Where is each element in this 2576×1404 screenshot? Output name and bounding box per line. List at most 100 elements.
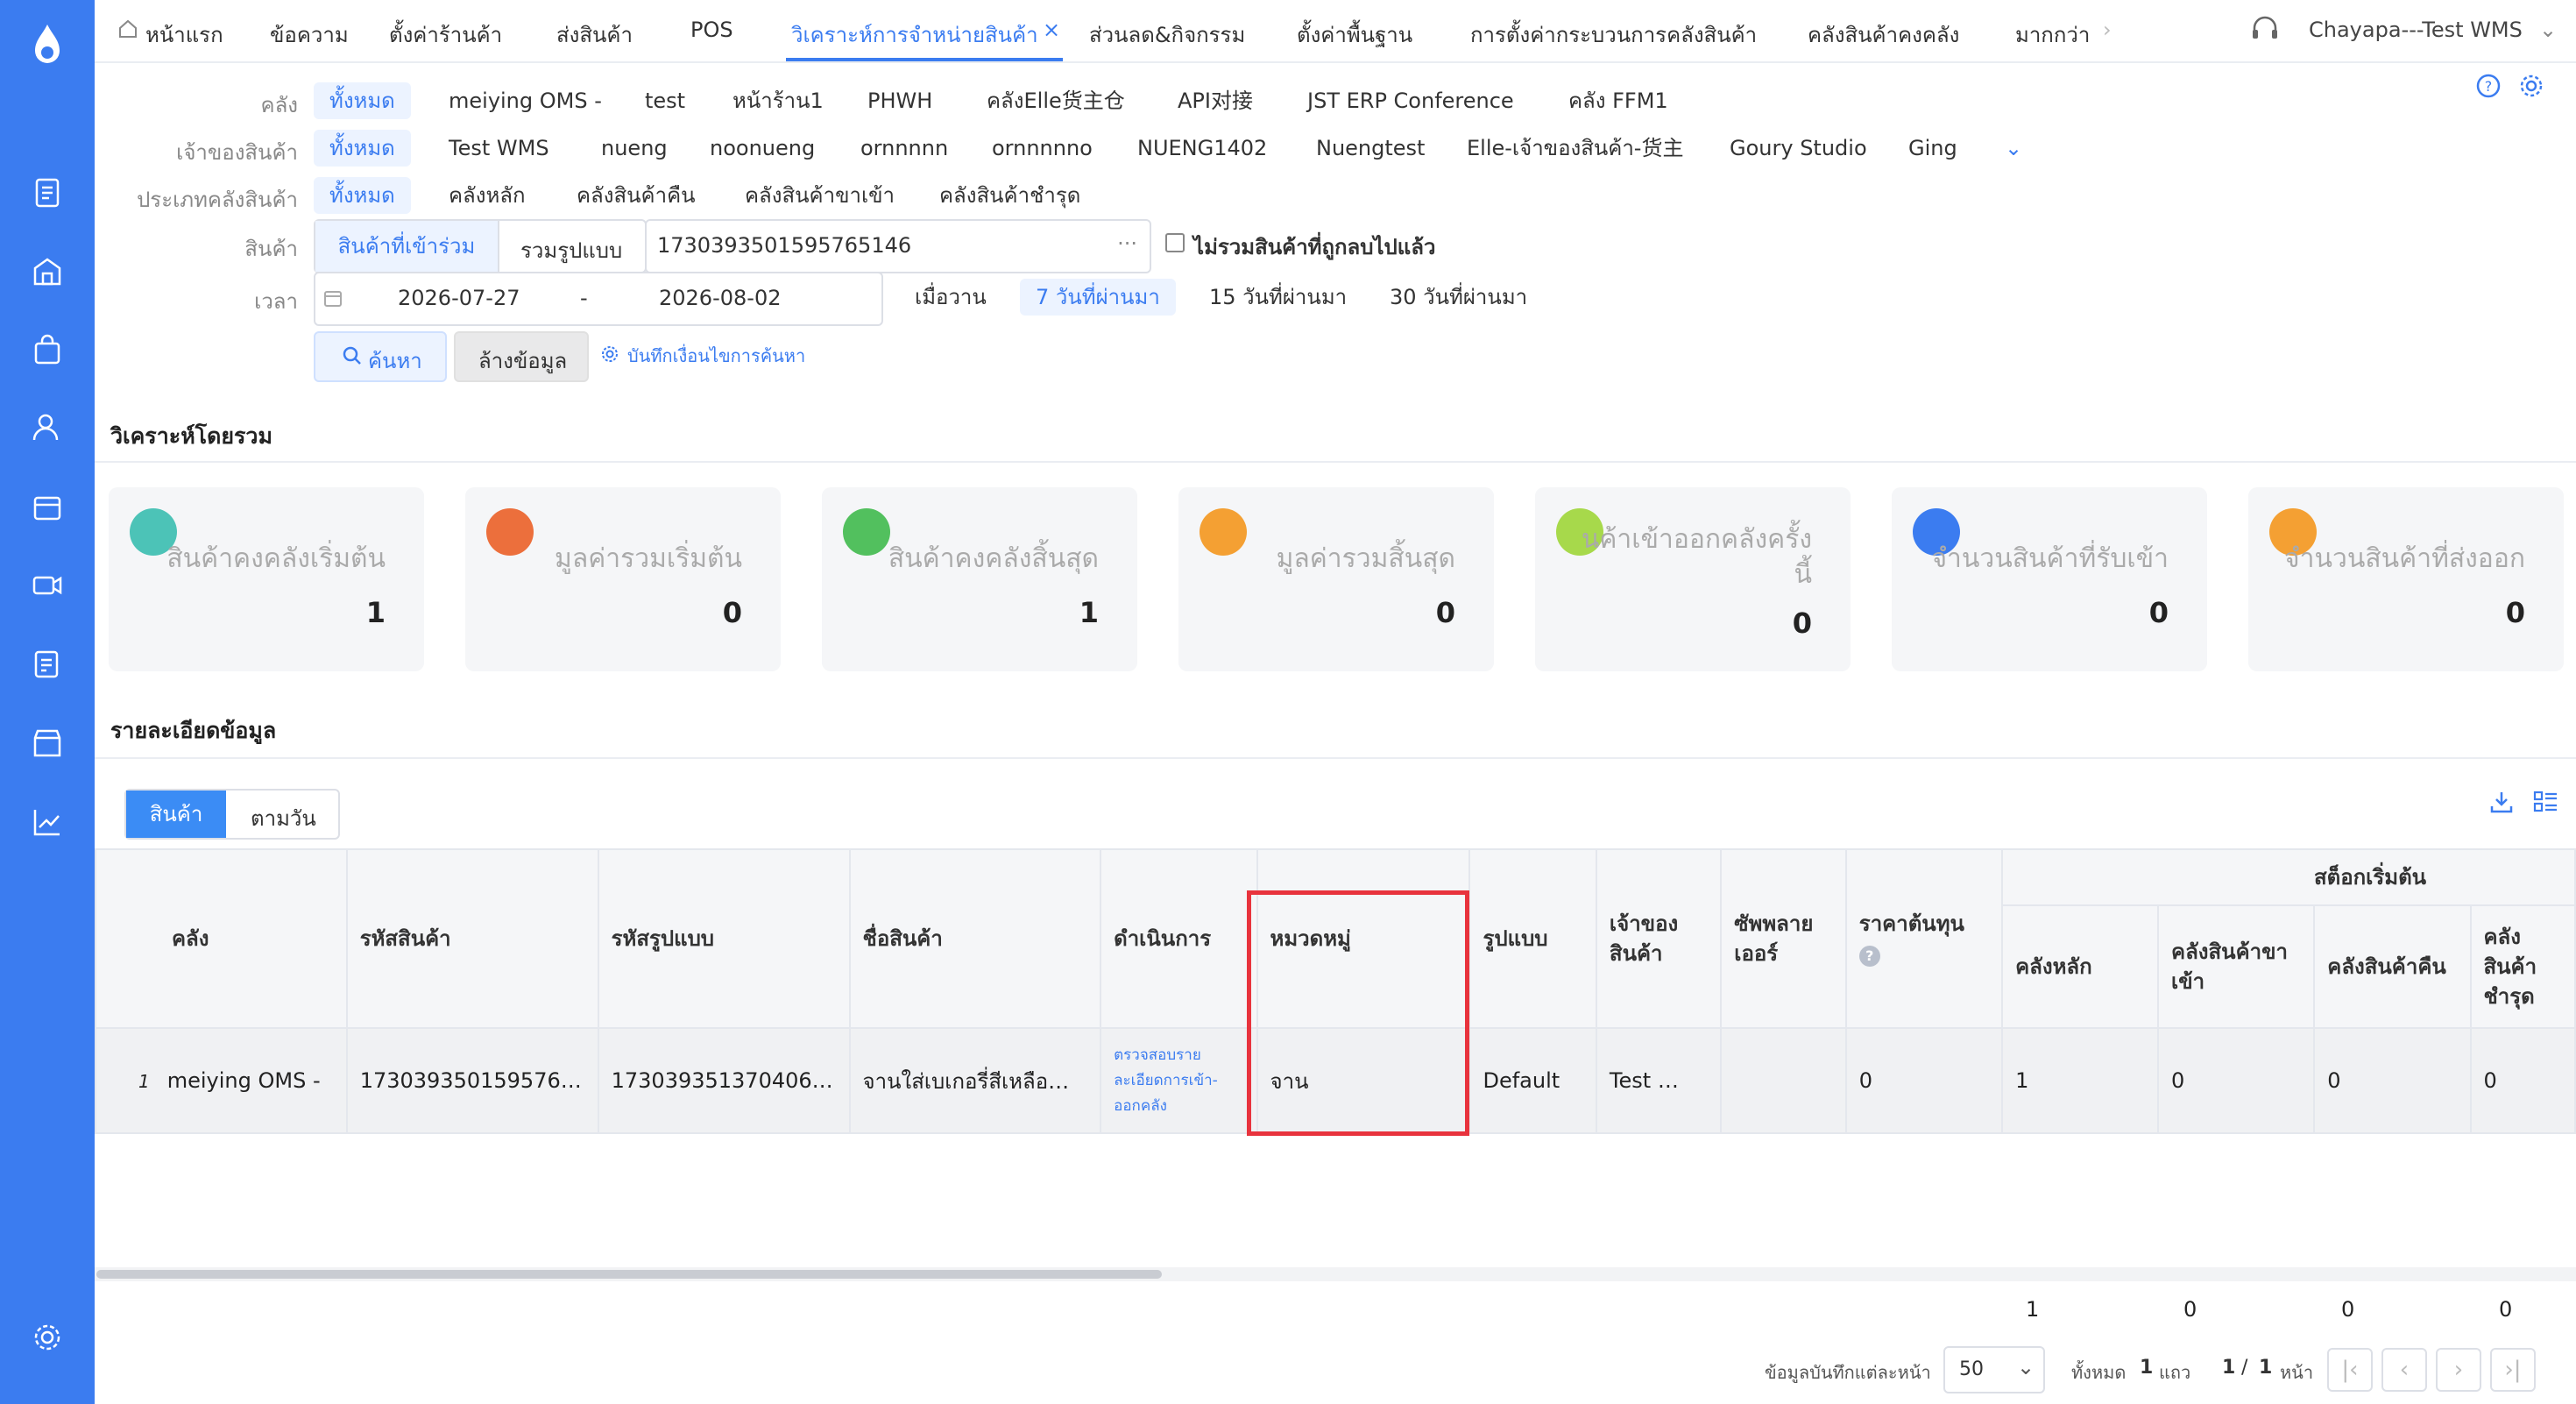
owner-option[interactable]: Goury Studio — [1714, 130, 1883, 167]
store-icon[interactable] — [30, 254, 65, 289]
shop-icon[interactable] — [30, 726, 65, 761]
last-page-icon[interactable]: ›| — [2490, 1348, 2536, 1392]
product-search-input[interactable]: 1730393501595765146 ··· — [645, 219, 1151, 273]
owner-option[interactable]: NUENG1402 — [1122, 130, 1283, 167]
gear-icon[interactable] — [2519, 74, 2544, 103]
col-header-inbound-wh[interactable]: คลังสินค้าขาเข้า — [2157, 904, 2316, 1029]
owner-option[interactable]: Elle-เจ้าของสินค้า-货主 — [1451, 130, 1699, 167]
search-button[interactable]: ค้นหา — [314, 331, 447, 382]
tab-sales-analysis[interactable]: วิเคราะห์การจำหน่ายสินค้า — [791, 18, 1038, 52]
quick-yesterday[interactable]: เมื่อวาน — [899, 279, 1002, 316]
clear-button[interactable]: ล้างข้อมูล — [454, 331, 589, 382]
tab-promotions[interactable]: ส่วนลด&กิจกรรม — [1089, 18, 1245, 52]
video-icon[interactable] — [30, 568, 65, 603]
warehouse-option[interactable]: test — [629, 82, 701, 119]
app-logo-icon[interactable] — [26, 23, 68, 70]
date-range-input[interactable]: 2026-07-27 - 2026-08-02 — [314, 272, 883, 326]
save-search-link[interactable]: บันทึกเงื่อนไขการค้นหา — [627, 342, 805, 370]
export-icon[interactable] — [2488, 789, 2515, 820]
tab-by-product[interactable]: สินค้า — [126, 791, 226, 838]
first-page-icon[interactable]: |‹ — [2327, 1348, 2373, 1392]
col-header-warehouse[interactable]: คลัง — [95, 848, 348, 1029]
end-date[interactable]: 2026-08-02 — [659, 286, 781, 310]
home-icon[interactable] — [117, 18, 138, 42]
tab-by-day[interactable]: ตามวัน — [251, 801, 316, 835]
scrollbar-thumb[interactable] — [96, 1270, 1162, 1279]
report-icon[interactable] — [30, 647, 65, 682]
owner-option[interactable]: Ging — [1893, 130, 1973, 167]
tab-shipping[interactable]: ส่งสินค้า — [556, 18, 633, 52]
owner-option[interactable]: noonueng — [694, 130, 831, 167]
warehouse-option[interactable]: API对接 — [1162, 82, 1269, 119]
participating-products-toggle[interactable]: สินค้าที่เข้าร่วม — [315, 221, 499, 272]
headset-icon[interactable] — [2250, 14, 2280, 49]
col-header-supplier[interactable]: ซัพพลายเออร์ — [1720, 848, 1847, 1029]
view-movement-link[interactable]: ตรวจสอบรายละเอียดการเข้า-ออกคลัง — [1114, 1046, 1218, 1115]
warehouse-type-option[interactable]: คลังหลัก — [433, 177, 541, 214]
horizontal-scrollbar[interactable] — [95, 1267, 2576, 1281]
user-name[interactable]: Chayapa---Test WMS — [2309, 18, 2523, 42]
warehouse-option[interactable]: คลังElle货主仓 — [971, 82, 1141, 119]
quick-7-days[interactable]: 7 วันที่ผ่านมา — [1020, 279, 1176, 316]
chevron-right-icon[interactable]: › — [2103, 18, 2112, 42]
divider — [95, 757, 2576, 759]
tab-pos[interactable]: POS — [690, 18, 733, 42]
merge-variants-toggle[interactable]: รวมรูปแบบ — [520, 233, 622, 267]
expand-double-chevron-icon[interactable]: ⌄ — [1989, 130, 2038, 167]
warehouse-option[interactable]: ทั้งหมด — [314, 82, 411, 119]
help-circle-icon[interactable]: ? — [1858, 946, 1880, 967]
col-header-name[interactable]: ชื่อสินค้า — [848, 848, 1102, 1029]
owner-option[interactable]: ornnnnn — [845, 130, 964, 167]
owner-option[interactable]: ทั้งหมด — [314, 130, 411, 167]
tab-messages[interactable]: ข้อความ — [270, 18, 349, 52]
quick-30-days[interactable]: 30 วันที่ผ่านมา — [1374, 279, 1543, 316]
owner-option[interactable]: Nuengtest — [1300, 130, 1440, 167]
user-menu-chevron-icon[interactable]: ⌄ — [2539, 18, 2557, 42]
orders-icon[interactable] — [30, 175, 65, 210]
user-icon[interactable] — [30, 410, 65, 445]
col-header-action[interactable]: ดำเนินการ — [1100, 848, 1258, 1029]
col-header-cost[interactable]: ราคาต้นทุน? — [1844, 848, 2004, 1029]
close-tab-icon[interactable]: × — [1043, 18, 1060, 42]
col-header-variant[interactable]: รหัสรูปแบบ — [597, 848, 851, 1029]
tab-warehouse-process[interactable]: การตั้งค่ากระบวนการคลังสินค้า — [1470, 18, 1757, 52]
warehouse-type-option[interactable]: คลังสินค้าคืน — [561, 177, 711, 214]
tab-home[interactable]: หน้าแรก — [145, 18, 223, 52]
warehouse-option[interactable]: JST ERP Conference — [1292, 82, 1530, 119]
tab-basic-settings[interactable]: ตั้งค่าพื้นฐาน — [1297, 18, 1412, 52]
warehouse-type-option[interactable]: คลังสินค้าขาเข้า — [729, 177, 910, 214]
warehouse-option[interactable]: หน้าร้าน1 — [717, 82, 839, 119]
more-dots-icon[interactable]: ··· — [1117, 231, 1137, 256]
quick-15-days[interactable]: 15 วันที่ผ่านมา — [1193, 279, 1362, 316]
col-header-owner[interactable]: เจ้าของสินค้า — [1595, 848, 1723, 1029]
exclude-deleted-checkbox[interactable] — [1165, 233, 1185, 252]
col-header-sku[interactable]: รหัสสินค้า — [345, 848, 599, 1029]
columns-setting-icon[interactable] — [2532, 789, 2558, 820]
tab-inventory[interactable]: คลังสินค้าคงคลัง — [1808, 18, 1959, 52]
owner-option[interactable]: nueng — [585, 130, 683, 167]
product-search-value: 1730393501595765146 — [657, 233, 912, 258]
col-header-main-wh[interactable]: คลังหลัก — [2001, 904, 2160, 1029]
bag-icon[interactable] — [30, 333, 65, 368]
start-date[interactable]: 2026-07-27 — [398, 286, 520, 310]
warehouse-option[interactable]: PHWH — [852, 82, 948, 119]
analytics-icon[interactable] — [30, 805, 65, 840]
col-header-damaged-wh[interactable]: คลังสินค้าชำรุด — [2469, 904, 2576, 1029]
warehouse-icon[interactable] — [30, 489, 65, 524]
owner-option[interactable]: Test WMS — [433, 130, 565, 167]
gear-small-icon[interactable] — [601, 344, 619, 368]
warehouse-type-option[interactable]: ทั้งหมด — [314, 177, 411, 214]
warehouse-option[interactable]: คลัง FFM1 — [1553, 82, 1684, 119]
tab-store-settings[interactable]: ตั้งค่าร้านค้า — [389, 18, 502, 52]
settings-icon[interactable] — [30, 1320, 65, 1355]
col-header-style[interactable]: รูปแบบ — [1468, 848, 1597, 1029]
owner-option[interactable]: ornnnnno — [976, 130, 1108, 167]
prev-page-icon[interactable]: ‹ — [2381, 1348, 2427, 1392]
per-page-select[interactable]: 50 ⌄ — [1943, 1346, 2045, 1393]
warehouse-option[interactable]: meiying OMS - — [433, 82, 618, 119]
next-page-icon[interactable]: › — [2436, 1348, 2481, 1392]
col-header-return-wh[interactable]: คลังสินค้าคืน — [2313, 904, 2472, 1029]
tab-more[interactable]: มากกว่า — [2015, 18, 2090, 52]
warehouse-type-option[interactable]: คลังสินค้าชำรุด — [924, 177, 1096, 214]
help-icon[interactable]: ? — [2476, 74, 2501, 103]
